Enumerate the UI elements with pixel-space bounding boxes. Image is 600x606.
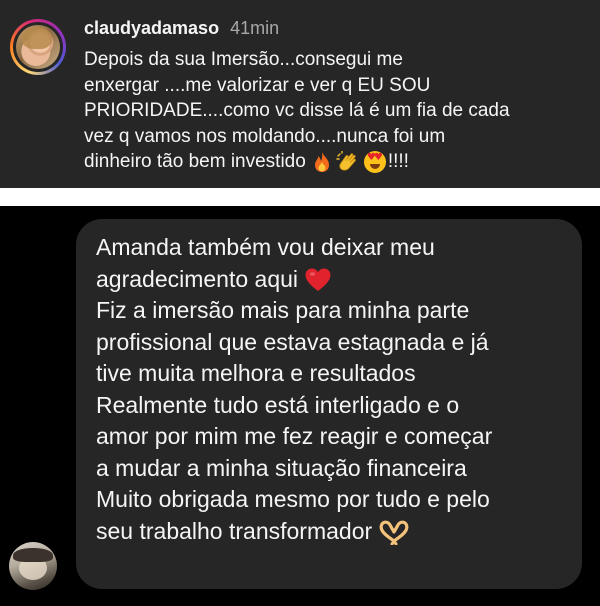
heart-eyes-icon bbox=[363, 151, 386, 174]
comment-line: Depois da sua Imersão...consegui me bbox=[84, 49, 403, 70]
fire-icon bbox=[314, 152, 329, 173]
message-bubble[interactable]: Amanda também vou deixar meu agradecimen… bbox=[76, 219, 582, 589]
clapping-hands-icon bbox=[336, 151, 356, 171]
comment-line: dinheiro tão bem investido bbox=[84, 151, 306, 172]
message-line: agradecimento aqui bbox=[96, 265, 299, 292]
comment-text: Depois da sua Imersão...consegui me enxe… bbox=[84, 47, 596, 175]
message-line: profissional que estava estagnada e já bbox=[96, 328, 489, 355]
comment-timestamp: 41min bbox=[230, 18, 280, 38]
message-line: amor por mim me fez reagir e começar bbox=[96, 423, 493, 449]
comment-line: PRIORIDADE....como vc disse lá é um fia … bbox=[84, 100, 510, 121]
comment-avatar[interactable] bbox=[10, 19, 66, 75]
message-line: a mudar a minha situação financeira bbox=[96, 454, 467, 481]
avatar-ring-gap bbox=[13, 22, 63, 72]
message-line: Muito obrigada mesmo por tudo e pelo bbox=[96, 486, 490, 512]
avatar-photo bbox=[16, 25, 60, 69]
comment-emojis bbox=[312, 149, 386, 175]
message-line: Fiz a imersão mais para minha parte bbox=[96, 297, 470, 323]
comment-username[interactable]: claudyadamaso bbox=[84, 18, 219, 38]
comment-exclamations: !!!! bbox=[387, 151, 409, 172]
comment-line-last: dinheiro tão bem investido!!!! bbox=[84, 149, 596, 175]
message-line: Realmente tudo está interligado e o bbox=[96, 391, 460, 418]
panel-separator bbox=[0, 188, 600, 206]
comment-line: vez q vamos nos moldando....nunca foi um bbox=[84, 125, 446, 147]
message-line: seu trabalho transformador bbox=[96, 517, 373, 544]
message-text: Amanda também vou deixar meu agradecimen… bbox=[96, 232, 576, 547]
message-line-with-heart: agradecimento aqui bbox=[96, 264, 576, 296]
message-line-with-hands: seu trabalho transformador bbox=[96, 516, 576, 548]
screenshot-collage: claudyadamaso 41min Depois da sua Imersã… bbox=[0, 0, 600, 606]
comment-header: claudyadamaso 41min bbox=[84, 17, 279, 39]
comment-line: enxergar ....me valorizar e ver q EU SOU bbox=[84, 74, 431, 96]
message-line: tive muita melhora e resultados bbox=[96, 360, 416, 386]
red-heart-icon bbox=[305, 268, 331, 292]
comment-panel: claudyadamaso 41min Depois da sua Imersã… bbox=[0, 0, 600, 188]
message-sender-avatar[interactable] bbox=[9, 542, 57, 590]
heart-eyes-mouth bbox=[369, 164, 380, 170]
message-panel: Amanda também vou deixar meu agradecimen… bbox=[0, 206, 600, 606]
heart-hands-icon bbox=[379, 521, 409, 546]
message-line: Amanda também vou deixar meu bbox=[96, 234, 435, 260]
